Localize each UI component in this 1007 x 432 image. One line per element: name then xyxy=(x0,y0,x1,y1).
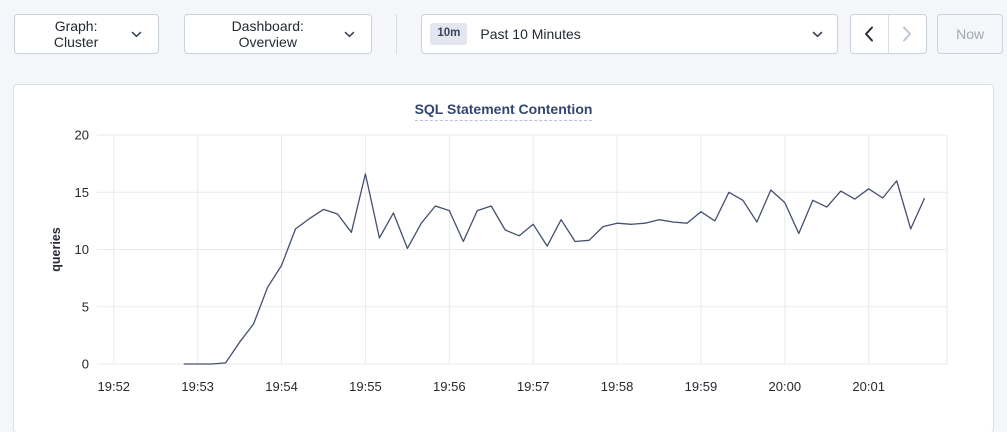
x-tick-label: 19:57 xyxy=(517,379,550,394)
dashboard-dropdown[interactable]: Dashboard: Overview xyxy=(184,14,372,54)
time-range-badge: 10m xyxy=(430,23,467,45)
now-button[interactable]: Now xyxy=(937,14,1003,54)
sql-statement-contention-chart[interactable]: 0 5 10 15 20 19:52 19:53 19:54 19:55 19:56 19:57 19… xyxy=(14,125,991,410)
y-tick-label: 15 xyxy=(75,185,89,200)
y-tick-label: 10 xyxy=(75,242,89,257)
chart-title-row: SQL Statement Contention xyxy=(14,85,993,119)
x-tick-label: 19:52 xyxy=(98,379,131,394)
toolbar-divider xyxy=(396,14,397,54)
chevron-right-icon xyxy=(902,26,912,42)
y-tick-label: 20 xyxy=(75,128,89,143)
x-tick-label: 19:56 xyxy=(433,379,466,394)
x-tick-label: 19:55 xyxy=(349,379,382,394)
x-tick-label: 19:58 xyxy=(601,379,634,394)
chart-title[interactable]: SQL Statement Contention xyxy=(415,101,593,121)
chevron-down-icon xyxy=(344,31,355,38)
chevron-left-icon xyxy=(864,26,874,42)
graph-scope-dropdown[interactable]: Graph: Cluster xyxy=(14,14,159,54)
chart-card: SQL Statement Contention 0 5 10 15 20 19:52 19… xyxy=(14,85,993,432)
dashboard-dropdown-label: Dashboard: Overview xyxy=(201,18,334,50)
toolbar: Graph: Cluster Dashboard: Overview 10m P… xyxy=(0,0,1007,54)
time-range-dropdown[interactable]: 10m Past 10 Minutes xyxy=(421,14,838,54)
contention-series-line xyxy=(184,174,925,364)
x-tick-label: 19:59 xyxy=(685,379,718,394)
x-tick-label: 19:54 xyxy=(265,379,298,394)
x-tick-label: 20:00 xyxy=(769,379,802,394)
y-tick-label: 0 xyxy=(82,357,89,372)
metrics-dashboard-page: Graph: Cluster Dashboard: Overview 10m P… xyxy=(0,0,1007,432)
time-window-nav xyxy=(850,14,927,54)
x-tick-label: 19:53 xyxy=(181,379,214,394)
time-prev-button[interactable] xyxy=(851,15,889,53)
chevron-down-icon xyxy=(812,31,823,38)
time-next-button[interactable] xyxy=(889,15,927,53)
time-range-label: Past 10 Minutes xyxy=(480,26,580,42)
x-tick-label: 20:01 xyxy=(852,379,885,394)
chevron-down-icon xyxy=(131,31,142,38)
y-axis-label: queries xyxy=(49,227,63,272)
graph-scope-dropdown-label: Graph: Cluster xyxy=(31,18,121,50)
y-tick-label: 5 xyxy=(82,299,89,314)
